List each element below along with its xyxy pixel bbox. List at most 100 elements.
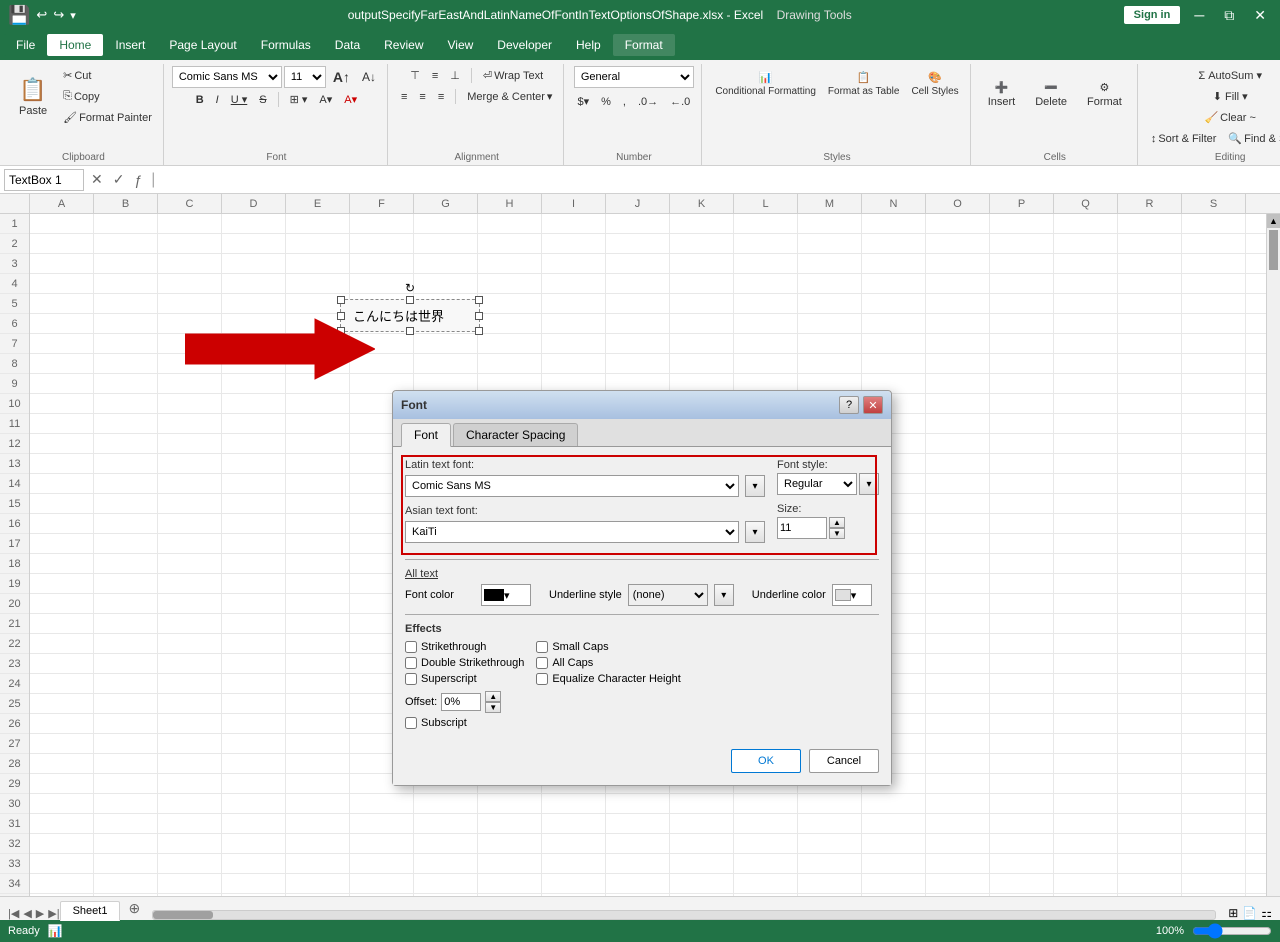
cell-32-5[interactable] (286, 834, 350, 853)
cell-19-19[interactable] (1182, 574, 1246, 593)
cell-11-18[interactable] (1118, 414, 1182, 433)
cell-13-19[interactable] (1182, 454, 1246, 473)
row-num-30[interactable]: 30 (0, 794, 29, 814)
add-sheet-button[interactable]: ⊕ (120, 897, 148, 920)
insert-function-icon[interactable]: ƒ (131, 172, 145, 188)
row-num-17[interactable]: 17 (0, 534, 29, 554)
cell-27-5[interactable] (286, 734, 350, 753)
normal-view-btn[interactable]: ⊞ (1228, 906, 1238, 920)
formula-cancel-icon[interactable]: ✕ (88, 171, 106, 188)
cell-2-6[interactable] (350, 234, 414, 253)
cell-20-1[interactable] (30, 594, 94, 613)
format-as-table-button[interactable]: 📋 Format as Table (823, 66, 905, 116)
cell-22-17[interactable] (1054, 634, 1118, 653)
cell-31-2[interactable] (94, 814, 158, 833)
cell-4-1[interactable] (30, 274, 94, 293)
cell-31-10[interactable] (606, 814, 670, 833)
cell-31-12[interactable] (734, 814, 798, 833)
cell-28-3[interactable] (158, 754, 222, 773)
cell-12-19[interactable] (1182, 434, 1246, 453)
cell-20-15[interactable] (926, 594, 990, 613)
cell-24-1[interactable] (30, 674, 94, 693)
all-caps-checkbox[interactable] (536, 657, 548, 669)
cell-6-12[interactable] (734, 314, 798, 333)
cell-23-3[interactable] (158, 654, 222, 673)
cell-8-10[interactable] (606, 354, 670, 373)
cell-7-9[interactable] (542, 334, 606, 353)
row-num-3[interactable]: 3 (0, 254, 29, 274)
cell-12-4[interactable] (222, 434, 286, 453)
cell-3-17[interactable] (1054, 254, 1118, 273)
cell-20-19[interactable] (1182, 594, 1246, 613)
handle-bm[interactable] (406, 327, 414, 335)
cell-30-18[interactable] (1118, 794, 1182, 813)
menu-review[interactable]: Review (372, 34, 435, 56)
cell-23-1[interactable] (30, 654, 94, 673)
cell-24-19[interactable] (1182, 674, 1246, 693)
cell-13-4[interactable] (222, 454, 286, 473)
cell-14-5[interactable] (286, 474, 350, 493)
cell-12-17[interactable] (1054, 434, 1118, 453)
cell-33-14[interactable] (862, 854, 926, 873)
cell-25-19[interactable] (1182, 694, 1246, 713)
col-header-h[interactable]: H (478, 194, 542, 213)
comma-button[interactable]: , (618, 93, 631, 111)
cell-15-4[interactable] (222, 494, 286, 513)
cell-4-13[interactable] (798, 274, 862, 293)
cell-12-1[interactable] (30, 434, 94, 453)
cell-6-11[interactable] (670, 314, 734, 333)
row-num-26[interactable]: 26 (0, 714, 29, 734)
cell-26-18[interactable] (1118, 714, 1182, 733)
cell-2-5[interactable] (286, 234, 350, 253)
cell-5-1[interactable] (30, 294, 94, 313)
cell-21-1[interactable] (30, 614, 94, 633)
row-num-16[interactable]: 16 (0, 514, 29, 534)
dialog-close-button[interactable]: ✕ (863, 396, 883, 414)
cell-7-16[interactable] (990, 334, 1054, 353)
cell-3-16[interactable] (990, 254, 1054, 273)
cell-20-3[interactable] (158, 594, 222, 613)
cell-23-5[interactable] (286, 654, 350, 673)
cell-27-16[interactable] (990, 734, 1054, 753)
row-num-22[interactable]: 22 (0, 634, 29, 654)
cell-9-18[interactable] (1118, 374, 1182, 393)
underline-style-dropdown[interactable]: ▾ (714, 584, 734, 606)
cell-styles-button[interactable]: 🎨 Cell Styles (906, 66, 963, 116)
col-header-i[interactable]: I (542, 194, 606, 213)
cell-9-17[interactable] (1054, 374, 1118, 393)
cell-32-4[interactable] (222, 834, 286, 853)
cell-7-13[interactable] (798, 334, 862, 353)
cell-15-1[interactable] (30, 494, 94, 513)
cut-button[interactable]: ✂ Cut (58, 66, 157, 85)
cell-4-5[interactable] (286, 274, 350, 293)
cell-2-17[interactable] (1054, 234, 1118, 253)
cell-25-5[interactable] (286, 694, 350, 713)
cell-1-19[interactable] (1182, 214, 1246, 233)
cell-8-15[interactable] (926, 354, 990, 373)
menu-data[interactable]: Data (323, 34, 372, 56)
cell-34-17[interactable] (1054, 874, 1118, 893)
cell-19-1[interactable] (30, 574, 94, 593)
cell-22-1[interactable] (30, 634, 94, 653)
sheet-nav-first[interactable]: |◀ (8, 907, 19, 920)
cell-4-17[interactable] (1054, 274, 1118, 293)
cell-16-1[interactable] (30, 514, 94, 533)
cell-28-18[interactable] (1118, 754, 1182, 773)
cell-19-17[interactable] (1054, 574, 1118, 593)
col-header-j[interactable]: J (606, 194, 670, 213)
clear-button[interactable]: 🧹 Clear ~ (1199, 108, 1260, 127)
cell-10-2[interactable] (94, 394, 158, 413)
cell-34-6[interactable] (350, 874, 414, 893)
font-color-button[interactable]: A▾ (339, 90, 362, 109)
cell-30-14[interactable] (862, 794, 926, 813)
cell-5-19[interactable] (1182, 294, 1246, 313)
cell-34-19[interactable] (1182, 874, 1246, 893)
cell-15-17[interactable] (1054, 494, 1118, 513)
cell-24-2[interactable] (94, 674, 158, 693)
cell-5-13[interactable] (798, 294, 862, 313)
cell-31-14[interactable] (862, 814, 926, 833)
cell-28-16[interactable] (990, 754, 1054, 773)
subscript-checkbox[interactable] (405, 717, 417, 729)
cell-31-3[interactable] (158, 814, 222, 833)
find-select-button[interactable]: 🔍 Find & Select (1223, 129, 1280, 148)
